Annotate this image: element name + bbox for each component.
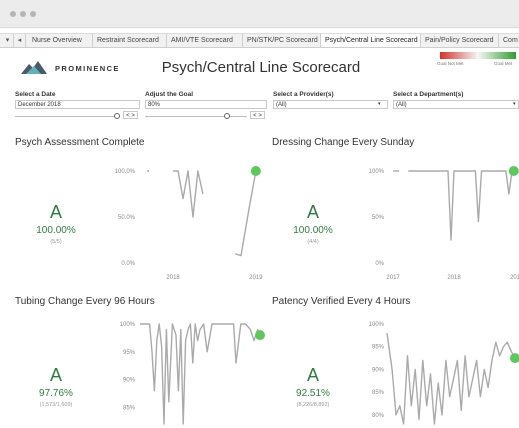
y-tick-label: 100.0%: [115, 169, 136, 175]
page-title: Psych/Central Line Scorecard: [161, 59, 361, 76]
window-close-dot[interactable]: [10, 11, 16, 17]
prominence-logo-icon: [21, 61, 47, 74]
date-slider-track[interactable]: [15, 116, 120, 117]
y-tick-label: 90%: [372, 367, 385, 373]
grade-patency-verified: A: [306, 365, 319, 385]
tab-psych-central-line-scorecard[interactable]: Psych/Central Line Scorecard: [321, 34, 421, 47]
panel-title-dressing-change: Dressing Change Every Sunday: [272, 137, 415, 148]
y-tick-label: 100%: [369, 169, 385, 175]
y-tick-label: 85%: [123, 405, 136, 411]
y-tick-label: 85%: [372, 390, 385, 396]
grade-dressing-change: A: [306, 202, 319, 222]
goal-stepper[interactable]: < >: [250, 111, 265, 119]
y-tick-label: 100%: [369, 322, 385, 328]
tab-pain-policy-scorecard[interactable]: Pain/Policy Scorecard: [421, 34, 499, 47]
x-tick-label: 2018: [166, 275, 180, 281]
percent-tubing-change: 97.76%: [39, 388, 73, 399]
department-select[interactable]: (All): [393, 100, 519, 109]
dashboard-tab-bar: ▾ ◂ Nurse Overview Restraint Scorecard A…: [0, 33, 519, 48]
x-tick-label: 2019: [249, 275, 263, 281]
x-tick-label: 2017: [386, 275, 400, 281]
window-titlebar: [0, 0, 519, 28]
legend-goal-not-met: Goal Not Met: [437, 61, 464, 66]
fraction-patency-verified: (8,226/8,892): [296, 402, 330, 408]
trend-series-line: [173, 170, 204, 218]
date-slider-handle[interactable]: [114, 113, 120, 119]
tubing-change-trend-chart: 100% 95% 90% 85%: [120, 322, 265, 425]
tab-scroll-left-icon[interactable]: ◂: [14, 34, 26, 47]
y-tick-label: 0%: [375, 261, 384, 267]
y-tick-label: 90%: [123, 378, 136, 384]
y-tick-label: 80%: [372, 413, 385, 419]
fraction-dressing-change: (4/4): [307, 239, 319, 245]
department-chevron-down-icon[interactable]: ▾: [513, 101, 516, 107]
percent-psych-assessment: 100.00%: [36, 225, 76, 236]
trend-series-line: [408, 170, 513, 241]
trend-series-line: [140, 323, 261, 425]
trend-series-line: [386, 333, 516, 425]
goal-color-legend: [440, 52, 516, 59]
psych-assessment-trend-chart: 100.0% 50.0% 0.0% 2018 2019: [115, 166, 263, 281]
x-tick-label: 2018: [447, 275, 461, 281]
latest-value-marker: [508, 166, 519, 176]
y-tick-label: 100%: [120, 322, 136, 328]
goal-slider-track[interactable]: [145, 116, 247, 117]
department-filter-label: Select a Department(s): [393, 91, 464, 98]
legend-goal-met: Goal Met: [494, 61, 513, 66]
provider-filter-label: Select a Provider(s): [273, 91, 334, 98]
percent-dressing-change: 100.00%: [293, 225, 333, 236]
y-tick-label: 95%: [123, 350, 136, 356]
patency-verified-trend-chart: 100% 95% 90% 85% 80%: [369, 322, 519, 425]
provider-chevron-down-icon[interactable]: ▾: [378, 101, 381, 107]
trend-series-line: [234, 170, 257, 257]
series-point: [147, 170, 150, 172]
grade-tubing-change: A: [49, 365, 62, 385]
brand-name: PROMINENCE: [55, 64, 120, 73]
panel-title-patency-verified: Patency Verified Every 4 Hours: [272, 296, 411, 307]
y-tick-label: 0.0%: [121, 261, 135, 267]
panel-title-tubing-change: Tubing Change Every 96 Hours: [15, 296, 155, 307]
tab-pn-stk-pc-scorecard[interactable]: PN/STK/PC Scorecard: [243, 34, 321, 47]
goal-slider-handle[interactable]: [224, 113, 230, 119]
panel-title-psych-assessment: Psych Assessment Complete: [15, 137, 145, 148]
tab-menu-icon[interactable]: ▾: [2, 34, 14, 47]
latest-value-marker: [250, 166, 261, 176]
latest-value-marker: [510, 353, 519, 364]
dressing-change-trend-chart: 100% 50% 0% 2017 2018 201: [369, 166, 519, 281]
tab-nurse-overview[interactable]: Nurse Overview: [28, 34, 93, 47]
tab-restraint-scorecard[interactable]: Restraint Scorecard: [93, 34, 167, 47]
date-filter-label: Select a Date: [15, 91, 56, 98]
y-tick-label: 50%: [372, 215, 385, 221]
grade-psych-assessment: A: [49, 202, 62, 222]
y-tick-label: 95%: [372, 345, 385, 351]
y-tick-label: 50.0%: [118, 215, 136, 221]
percent-patency-verified: 92.51%: [296, 388, 330, 399]
fraction-tubing-change: (1,573/1,609): [39, 402, 73, 408]
latest-value-marker: [255, 330, 265, 341]
goal-filter-label: Adjust the Goal: [145, 91, 194, 98]
goal-input[interactable]: 80%: [145, 100, 267, 109]
fraction-psych-assessment: (5/5): [50, 239, 62, 245]
window-minimize-dot[interactable]: [20, 11, 26, 17]
tab-com[interactable]: Com: [499, 34, 519, 47]
window-zoom-dot[interactable]: [30, 11, 36, 17]
tab-ami-vte-scorecard[interactable]: AMI/VTE Scorecard: [167, 34, 243, 47]
date-stepper[interactable]: < >: [123, 111, 138, 119]
date-select[interactable]: December 2018: [15, 100, 140, 109]
provider-select[interactable]: (All): [273, 100, 388, 109]
x-tick-label: 201: [510, 275, 519, 281]
